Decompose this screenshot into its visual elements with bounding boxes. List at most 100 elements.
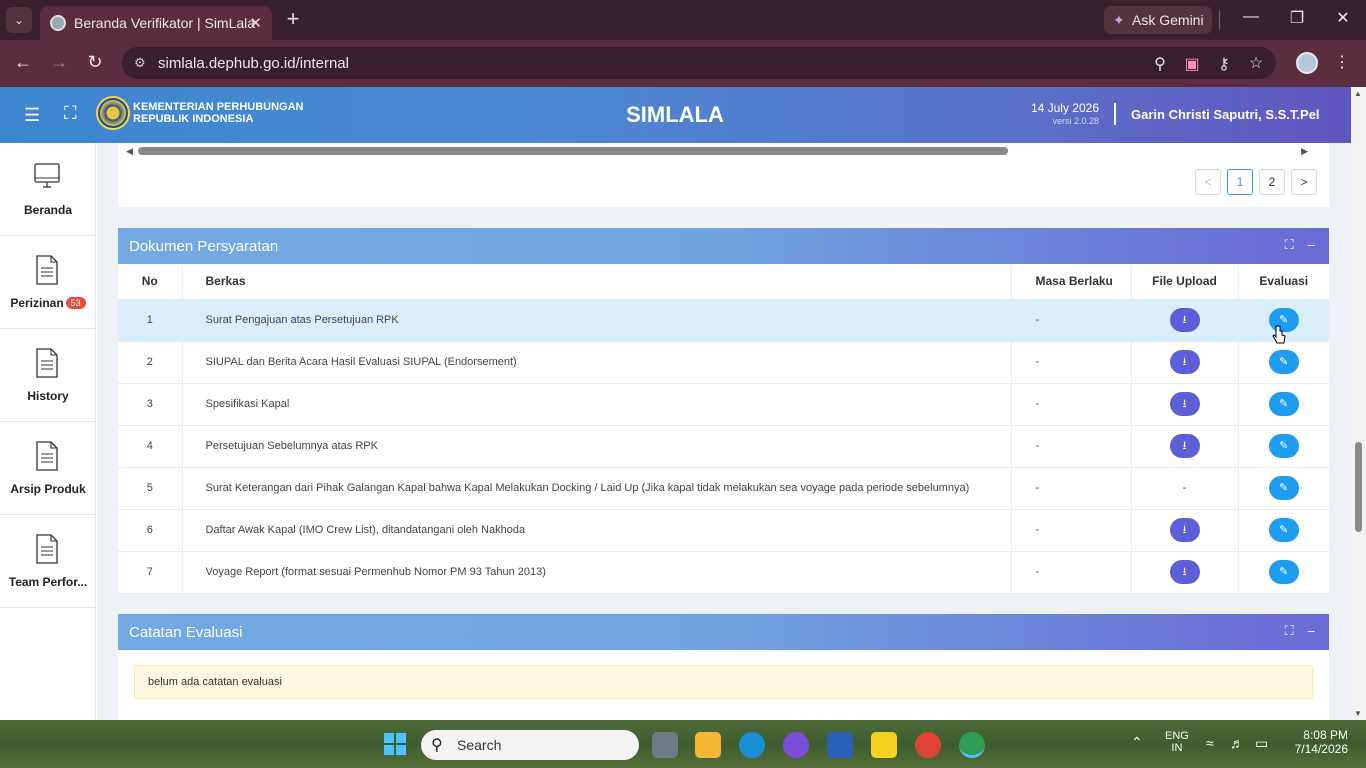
edit-evaluation-button[interactable]: ✎	[1268, 434, 1299, 458]
edit-evaluation-button[interactable]: ✎	[1268, 560, 1299, 584]
search-page-icon[interactable]: ⚲	[1149, 54, 1171, 74]
sidebar-item-history[interactable]: History	[0, 329, 96, 422]
password-key-icon[interactable]: ⚷	[1213, 54, 1235, 74]
row-number: 7	[118, 551, 183, 594]
file-explorer-icon[interactable]	[695, 732, 721, 758]
expand-icon[interactable]: ⛶	[1285, 237, 1294, 253]
file-upload-cell: ⭳	[1131, 551, 1239, 594]
edit-evaluation-button[interactable]: ✎	[1268, 476, 1299, 500]
berkas-name: Surat Pengajuan atas Persetujuan RPK	[182, 299, 1012, 342]
scroll-left-icon[interactable]: ◀	[126, 146, 133, 157]
vertical-scroll-thumb[interactable]	[1355, 442, 1362, 532]
document-icon	[36, 534, 58, 564]
collapse-icon[interactable]: –	[1308, 237, 1315, 253]
download-button[interactable]: ⭳	[1169, 308, 1200, 332]
site-info-icon[interactable]: ⚙	[134, 55, 146, 71]
edit-evaluation-button[interactable]: ✎	[1268, 518, 1299, 542]
wifi-icon[interactable]: ≈	[1206, 735, 1214, 751]
sidebar-item-arsip-produk[interactable]: Arsip Produk	[0, 422, 96, 515]
battery-icon[interactable]: ▭	[1255, 735, 1268, 752]
berkas-name: Spesifikasi Kapal	[182, 383, 1012, 426]
berkas-name: Voyage Report (format sesuai Permenhub N…	[182, 551, 1012, 594]
tray-chevron-icon[interactable]: ⌃	[1131, 734, 1143, 751]
minimize-icon[interactable]: —	[1236, 8, 1266, 26]
user-name[interactable]: Garin Christi Saputri, S.S.T.Pel	[1131, 107, 1320, 122]
volume-icon[interactable]: ♬	[1230, 735, 1244, 751]
scroll-right-icon[interactable]: ▶	[1301, 146, 1308, 157]
install-app-icon[interactable]: ▣	[1181, 54, 1203, 74]
profile-avatar[interactable]	[1296, 52, 1318, 74]
bookmark-star-icon[interactable]: ☆	[1245, 53, 1267, 73]
back-icon[interactable]: ←	[11, 52, 35, 73]
close-window-icon[interactable]: ✕	[1328, 8, 1358, 28]
forward-icon[interactable]: →	[47, 52, 71, 73]
sidebar-item-perizinan[interactable]: Perizinan 53	[0, 236, 96, 329]
windows-start-icon[interactable]	[384, 733, 406, 755]
site-favicon-icon	[50, 15, 66, 31]
horizontal-scrollbar[interactable]: ◀ ▶	[126, 146, 1322, 156]
clock[interactable]: 8:08 PM 7/14/2026	[1290, 728, 1348, 756]
hamburger-menu-icon[interactable]: ☰	[24, 105, 40, 126]
sidebar-item-label: Arsip Produk	[10, 482, 86, 496]
fullscreen-icon[interactable]: ⛶	[64, 103, 77, 124]
new-tab-button[interactable]: +	[282, 8, 304, 30]
download-button[interactable]: ⭳	[1169, 392, 1200, 416]
scroll-down-icon[interactable]: ▼	[1354, 709, 1362, 718]
page-button[interactable]: 1	[1227, 169, 1253, 195]
browser-menu-icon[interactable]: ⋮	[1334, 52, 1350, 72]
download-button[interactable]: ⭳	[1169, 518, 1200, 542]
edge-icon[interactable]	[739, 732, 765, 758]
edit-evaluation-button[interactable]: ✎	[1268, 392, 1299, 416]
collapse-icon[interactable]: –	[1308, 623, 1315, 639]
prev-page-button[interactable]: <	[1195, 169, 1221, 195]
table-row: 2 SIUPAL dan Berita Acara Hasil Evaluasi …	[118, 341, 1329, 384]
tab-list-button[interactable]: ⌄	[6, 7, 32, 33]
scroll-up-icon[interactable]: ▲	[1354, 89, 1362, 98]
table-row: 5 Surat Keterangan dari Pihak Galangan Ka…	[118, 467, 1329, 510]
task-view-icon[interactable]	[652, 732, 678, 758]
download-button[interactable]: ⭳	[1169, 434, 1200, 458]
download-button[interactable]: ⭳	[1169, 560, 1200, 584]
browser-tab[interactable]: Beranda Verifikator | SimLala ✕	[40, 6, 272, 40]
app-icon[interactable]	[783, 732, 809, 758]
sidebar-item-label-wrap: Perizinan 53	[0, 296, 96, 310]
berkas-name: Daftar Awak Kapal (IMO Crew List), ditan…	[182, 509, 1012, 552]
document-icon	[36, 441, 58, 471]
sidebar-item-beranda[interactable]: Beranda	[0, 143, 96, 236]
download-button[interactable]: ⭳	[1169, 350, 1200, 374]
berkas-name: SIUPAL dan Berita Acara Hasil Evaluasi S…	[182, 341, 1012, 384]
evaluasi-cell: ✎	[1238, 509, 1329, 552]
scrollbar-thumb[interactable]	[138, 147, 1008, 155]
expand-icon[interactable]: ⛶	[1285, 623, 1294, 639]
header-separator	[1114, 103, 1116, 125]
tabstrip-divider	[1219, 10, 1220, 30]
column-header-no: No	[118, 264, 183, 300]
masa-berlaku-value: -	[1011, 551, 1132, 594]
address-bar[interactable]: ⚙ simlala.dephub.go.id/internal	[122, 47, 1276, 79]
maximize-icon[interactable]: ❐	[1282, 8, 1312, 28]
panel-title: Catatan Evaluasi	[129, 623, 243, 641]
page-button[interactable]: 2	[1259, 169, 1285, 195]
camera-app-icon[interactable]	[827, 732, 853, 758]
catatan-evaluasi-panel: Catatan Evaluasi ⛶ – belum ada catatan e…	[118, 614, 1329, 720]
sidebar-item-team-performance[interactable]: Team Perfor...	[0, 515, 96, 608]
taskbar-search[interactable]: ⚲ Search	[421, 730, 639, 760]
windows-taskbar: ⚲ Search ⌃ ENG IN ≈ ♬ ▭ 8:08 PM 7/14/202…	[0, 720, 1366, 768]
document-icon	[36, 255, 58, 285]
edit-evaluation-button[interactable]: ✎	[1268, 350, 1299, 374]
next-page-button[interactable]: >	[1291, 169, 1317, 195]
sticky-notes-icon[interactable]	[871, 732, 897, 758]
chrome-icon[interactable]	[915, 732, 941, 758]
chrome-profile-icon[interactable]	[959, 732, 985, 758]
ask-gemini-button[interactable]: ✦ Ask Gemini	[1104, 6, 1212, 34]
reload-icon[interactable]: ↻	[83, 52, 107, 73]
vertical-scrollbar[interactable]: ▲ ▼	[1351, 87, 1366, 720]
table-row: 3 Spesifikasi Kapal - ⭳ ✎	[118, 383, 1329, 426]
masa-berlaku-value: -	[1011, 509, 1132, 552]
row-number: 1	[118, 299, 183, 342]
org-name-line2: REPUBLIK INDONESIA	[133, 113, 254, 125]
dokumen-table: No Berkas Masa Berlaku File Upload Evalu…	[118, 264, 1329, 594]
language-indicator[interactable]: ENG IN	[1165, 730, 1189, 754]
column-header-masa-berlaku: Masa Berlaku	[1011, 264, 1132, 300]
close-tab-icon[interactable]: ✕	[249, 14, 262, 32]
